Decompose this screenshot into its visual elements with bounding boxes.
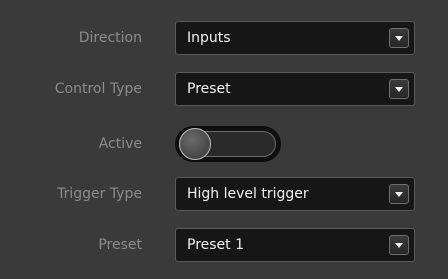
trigger-type-value: High level trigger <box>187 186 309 202</box>
direction-label: Direction <box>78 30 142 46</box>
trigger-type-row: Trigger Type High level trigger <box>0 177 448 211</box>
direction-select[interactable]: Inputs <box>175 21 415 55</box>
settings-panel: Direction Inputs Control Type Preset Act… <box>0 0 448 279</box>
chevron-down-icon[interactable] <box>389 28 409 48</box>
direction-value: Inputs <box>187 30 231 46</box>
preset-select[interactable]: Preset 1 <box>175 228 415 262</box>
control-type-value: Preset <box>187 81 231 97</box>
active-toggle[interactable] <box>175 126 281 162</box>
trigger-type-label: Trigger Type <box>57 186 142 202</box>
control-type-label: Control Type <box>54 81 142 97</box>
active-label: Active <box>98 136 142 152</box>
active-row: Active <box>0 126 448 162</box>
toggle-knob[interactable] <box>179 128 211 160</box>
control-type-select[interactable]: Preset <box>175 72 415 106</box>
trigger-type-select[interactable]: High level trigger <box>175 177 415 211</box>
chevron-down-icon[interactable] <box>389 235 409 255</box>
chevron-down-icon[interactable] <box>389 184 409 204</box>
preset-row: Preset Preset 1 <box>0 228 448 262</box>
direction-row: Direction Inputs <box>0 21 448 55</box>
preset-label: Preset <box>98 237 142 253</box>
chevron-down-icon[interactable] <box>389 79 409 99</box>
control-type-row: Control Type Preset <box>0 72 448 106</box>
preset-value: Preset 1 <box>187 237 245 253</box>
